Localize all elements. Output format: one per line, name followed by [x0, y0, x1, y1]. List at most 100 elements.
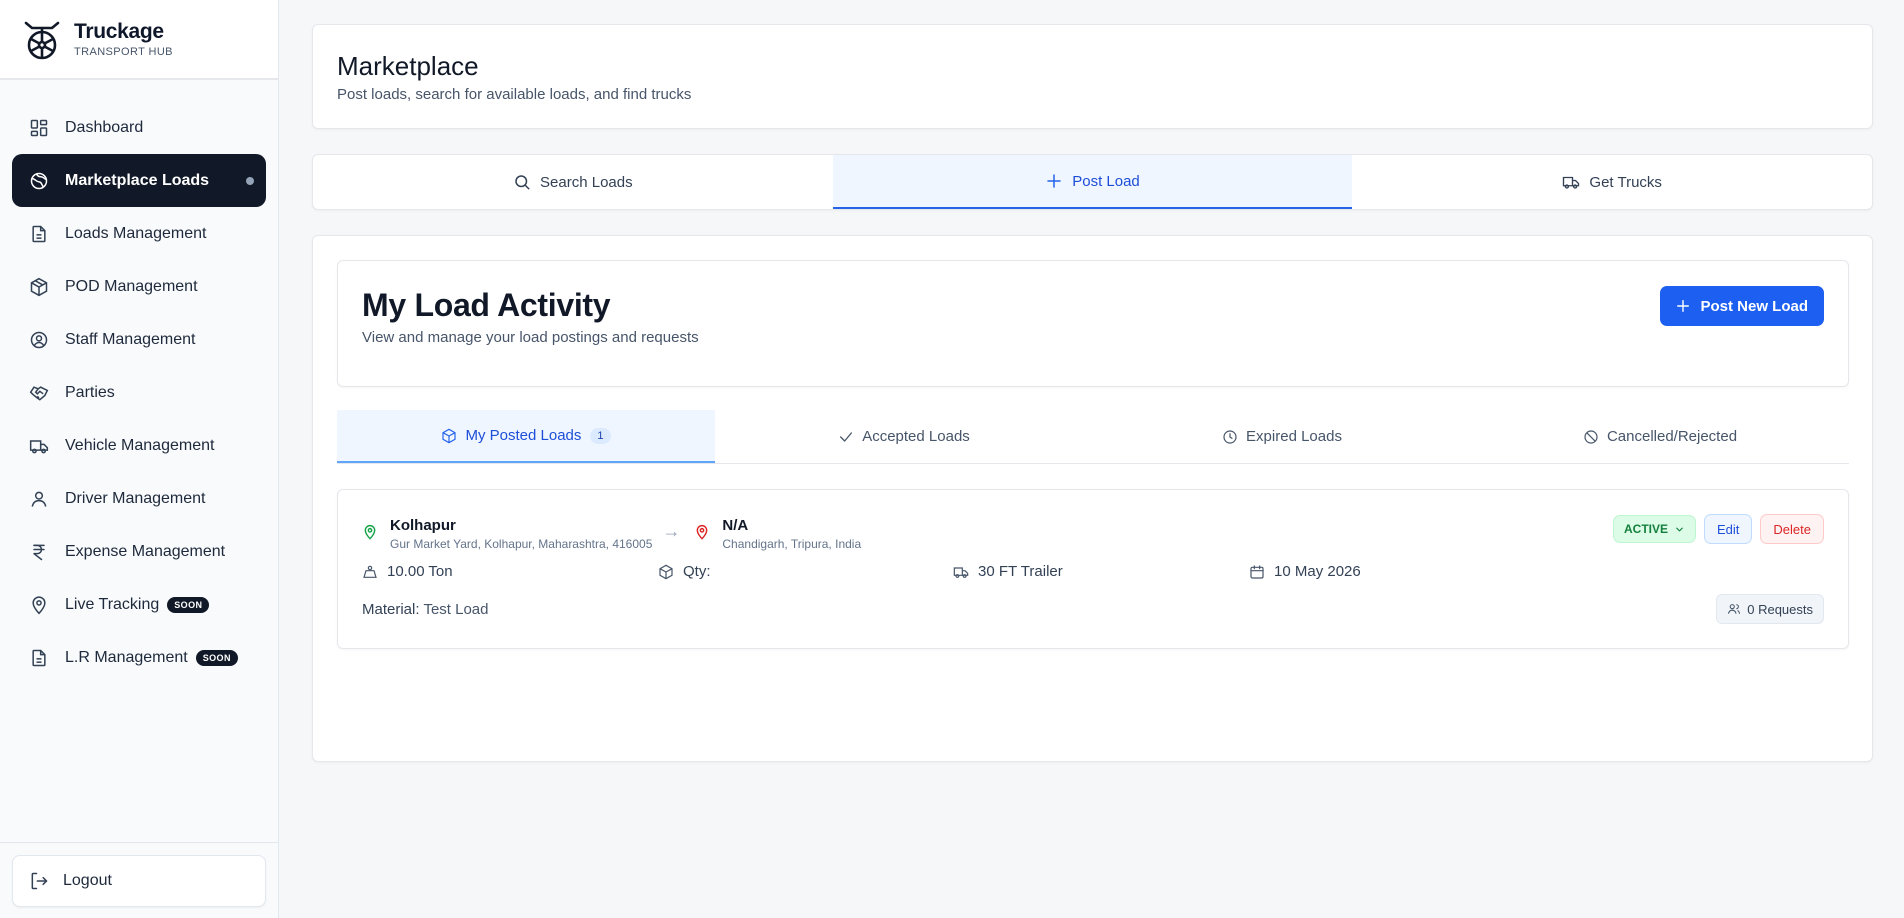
main-content: Marketplace Post loads, search for avail…	[279, 0, 1904, 918]
soon-badge: SOON	[167, 596, 210, 613]
brand[interactable]: Truckage TRANSPORT HUB	[0, 0, 278, 80]
brand-subtitle: TRANSPORT HUB	[74, 46, 173, 58]
truck-wheel-logo-icon	[24, 21, 60, 60]
destination: N/A Chandigarh, Tripura, India	[722, 517, 861, 551]
activity-title: My Load Activity	[362, 287, 611, 323]
load-card[interactable]: Kolhapur Gur Market Yard, Kolhapur, Maha…	[337, 489, 1849, 649]
globe-icon	[30, 172, 48, 189]
sidebar-nav: Dashboard Marketplace Loads Loads Manage…	[12, 101, 266, 684]
active-indicator-dot	[246, 176, 254, 185]
user-circle-icon	[30, 331, 48, 348]
tab-post-load[interactable]: Post Load	[832, 155, 1353, 209]
logout-label: Logout	[63, 872, 112, 889]
sidebar-item-pod-management[interactable]: POD Management	[12, 260, 266, 313]
status-dropdown[interactable]: ACTIVE	[1613, 515, 1697, 543]
tab-get-trucks[interactable]: Get Trucks	[1352, 155, 1872, 209]
sidebar-item-label: Staff Management	[65, 330, 196, 348]
tab-cancelled-rejected[interactable]: Cancelled/Rejected	[1471, 410, 1849, 463]
activity-subtitle: View and manage your load postings and r…	[362, 329, 699, 346]
sidebar-item-label: Vehicle Management	[65, 436, 215, 454]
sidebar-item-staff-management[interactable]: Staff Management	[12, 313, 266, 366]
check-icon	[840, 431, 853, 442]
soon-badge: SOON	[195, 649, 238, 666]
sidebar-item-lr-management[interactable]: L.R Management SOON	[12, 631, 266, 684]
tab-label: Cancelled/Rejected	[1606, 428, 1738, 445]
sidebar-item-label: Parties	[65, 383, 115, 401]
origin: Kolhapur Gur Market Yard, Kolhapur, Maha…	[390, 517, 652, 551]
origin-city: Kolhapur	[390, 517, 456, 534]
logout-icon	[31, 872, 48, 890]
origin-address: Gur Market Yard, Kolhapur, Maharashtra, …	[390, 537, 653, 551]
tab-my-posted-loads[interactable]: My Posted Loads 1	[337, 410, 715, 463]
sidebar-item-loads-management[interactable]: Loads Management	[12, 207, 266, 260]
destination-city: N/A	[722, 517, 749, 534]
requests-button[interactable]: 0 Requests	[1716, 594, 1824, 624]
rupee-icon	[33, 544, 45, 560]
handshake-icon	[29, 385, 49, 401]
sidebar: Truckage TRANSPORT HUB Dashboard Marketp…	[0, 0, 279, 918]
material-info: Material: Test Load	[362, 601, 488, 618]
sidebar-item-marketplace-loads[interactable]: Marketplace Loads	[12, 154, 266, 207]
sidebar-item-label: Expense Management	[65, 542, 226, 560]
load-specs: 10.00 Ton Qty: 30 FT Trailer 10 May 2026	[362, 563, 1562, 583]
tab-label: Expired Loads	[1246, 428, 1342, 445]
weight-spec: 10.00 Ton	[362, 563, 453, 580]
sidebar-item-vehicle-management[interactable]: Vehicle Management	[12, 419, 266, 472]
route-arrow: →	[662, 521, 681, 541]
load-activity-header: My Load Activity View and manage your lo…	[337, 260, 1849, 387]
sidebar-item-label: Live Tracking	[65, 595, 160, 613]
sidebar-item-expense-management[interactable]: Expense Management	[12, 525, 266, 578]
material-value: Test Load	[423, 601, 489, 618]
weight-value: 10.00 Ton	[387, 563, 453, 580]
package-icon	[442, 428, 457, 443]
ban-icon	[1584, 429, 1598, 444]
tab-expired-loads[interactable]: Expired Loads	[1093, 410, 1471, 463]
delete-button[interactable]: Delete	[1760, 514, 1824, 544]
sidebar-item-dashboard[interactable]: Dashboard	[12, 101, 266, 154]
sidebar-item-label: Marketplace Loads	[65, 171, 210, 189]
truck-icon	[953, 566, 969, 578]
edit-button[interactable]: Edit	[1704, 514, 1753, 544]
tab-search-loads[interactable]: Search Loads	[313, 155, 833, 209]
search-icon	[515, 175, 530, 190]
load-actions: ACTIVE Edit Delete	[1613, 514, 1824, 544]
sidebar-item-live-tracking[interactable]: Live Tracking SOON	[12, 578, 266, 631]
destination-address: Chandigarh, Tripura, India	[722, 537, 862, 551]
user-icon	[31, 491, 47, 507]
qty-label: Qty:	[683, 563, 711, 580]
tab-label: Post Load	[1072, 172, 1140, 190]
map-pin-icon	[32, 595, 46, 614]
chevron-down-icon	[1676, 527, 1683, 531]
origin-pin-icon	[364, 525, 376, 540]
sidebar-item-driver-management[interactable]: Driver Management	[12, 472, 266, 525]
tab-label: Search Loads	[540, 173, 633, 191]
document-icon	[32, 225, 46, 242]
brand-name: Truckage	[74, 20, 164, 43]
page-subtitle: Post loads, search for available loads, …	[337, 86, 692, 103]
clock-icon	[1223, 429, 1237, 444]
load-route: Kolhapur Gur Market Yard, Kolhapur, Maha…	[362, 517, 861, 551]
destination-pin-icon	[696, 525, 708, 540]
logout-button[interactable]: Logout	[12, 855, 266, 907]
package-icon	[30, 277, 48, 296]
sidebar-item-label: Dashboard	[65, 118, 144, 136]
post-new-load-button[interactable]: Post New Load	[1660, 286, 1824, 326]
plus-icon	[1677, 300, 1690, 312]
users-icon	[1728, 604, 1741, 614]
sidebar-item-label: L.R Management	[65, 648, 188, 666]
plus-icon	[1047, 174, 1061, 188]
sidebar-item-label: Loads Management	[65, 224, 207, 242]
sidebar-item-label: POD Management	[65, 277, 198, 295]
truck-type-spec: 30 FT Trailer	[953, 563, 1063, 580]
tab-label: Get Trucks	[1589, 173, 1662, 191]
date-spec: 10 May 2026	[1249, 563, 1361, 580]
post-load-panel: My Load Activity View and manage your lo…	[312, 235, 1873, 762]
marketplace-tabs: Search Loads Post Load Get Trucks	[312, 154, 1873, 210]
sidebar-item-parties[interactable]: Parties	[12, 366, 266, 419]
count-badge: 1	[590, 427, 611, 444]
tab-accepted-loads[interactable]: Accepted Loads	[715, 410, 1093, 463]
sidebar-footer: Logout	[0, 842, 278, 918]
sidebar-item-label: Driver Management	[65, 489, 206, 507]
post-new-load-label: Post New Load	[1700, 297, 1808, 315]
requests-label: 0 Requests	[1747, 601, 1813, 617]
